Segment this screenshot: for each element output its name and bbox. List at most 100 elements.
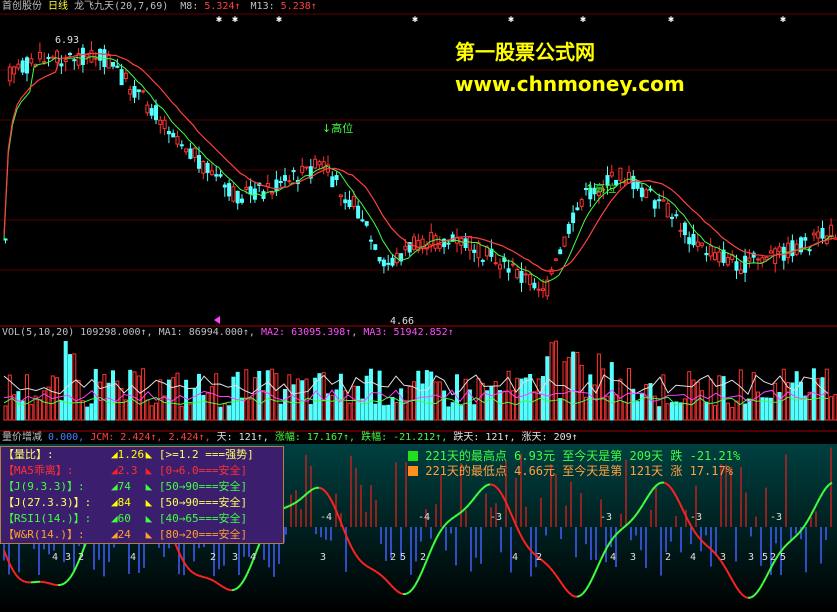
candle-body bbox=[519, 270, 524, 283]
candle-body bbox=[338, 194, 343, 198]
candle-body bbox=[240, 198, 244, 203]
candle-body bbox=[145, 104, 150, 114]
candle-body bbox=[214, 174, 219, 177]
volume-bar bbox=[132, 371, 137, 421]
period-label[interactable]: 日线 bbox=[48, 1, 68, 12]
candle-body bbox=[695, 241, 700, 247]
vol-ma2-value: 63095.398↑ bbox=[291, 327, 352, 338]
candle-body bbox=[106, 54, 111, 69]
candle-body bbox=[609, 171, 614, 177]
candle-body bbox=[657, 199, 662, 202]
volume-bar bbox=[29, 403, 34, 421]
candle-body bbox=[528, 273, 533, 285]
candle-body bbox=[747, 257, 752, 262]
indicator-bottom-label: 2 bbox=[390, 552, 396, 563]
candle-body bbox=[386, 262, 391, 265]
ma13-value: 5.238↑ bbox=[280, 1, 317, 12]
orange-square-icon bbox=[408, 466, 418, 476]
high-price-mark: 6.93 bbox=[55, 35, 80, 46]
candle-body bbox=[437, 243, 442, 249]
indicator-neg-label: -3 bbox=[770, 512, 782, 523]
volume-bar bbox=[184, 379, 189, 421]
stock-name[interactable]: 首创股份 bbox=[2, 1, 42, 12]
candle-body bbox=[627, 171, 631, 184]
candle-body bbox=[132, 86, 137, 98]
vol-ma1-label: MA1: bbox=[158, 327, 183, 338]
volume-bar bbox=[704, 401, 709, 421]
candle-body bbox=[476, 242, 481, 259]
ma13-label: M13: bbox=[250, 1, 275, 12]
indicator-bottom-label: 4 bbox=[52, 552, 58, 563]
oscillator-segment bbox=[21, 579, 26, 583]
stat-row-j9: 【J(9.3.3)】: ◢74 ◣ [50→90===安全] bbox=[3, 480, 248, 493]
ma8-value: 5.324↑ bbox=[204, 1, 241, 12]
indicator-bottom-label: 3 bbox=[65, 552, 71, 563]
oscillator-segment bbox=[312, 486, 317, 491]
volume-bar bbox=[657, 406, 662, 421]
indicator-bottom-label: 2 bbox=[536, 552, 542, 563]
volume-bar bbox=[631, 388, 636, 421]
info-high-text: 221天的最高点 6.93元 至今天是第 209天 跌 -21.21% bbox=[425, 449, 741, 463]
volume-bar bbox=[244, 369, 249, 421]
candle-body bbox=[80, 47, 85, 65]
ma8-label: M8: bbox=[180, 1, 199, 12]
oscillator-segment bbox=[318, 486, 323, 490]
volume-bar bbox=[188, 403, 193, 421]
volume-bar bbox=[265, 370, 270, 421]
candle-body bbox=[429, 232, 434, 246]
volume-bar bbox=[330, 394, 335, 421]
indicator-bottom-label: 3 bbox=[232, 552, 238, 563]
volume-bar bbox=[3, 405, 8, 421]
volume-bar bbox=[145, 399, 150, 421]
volume-bar bbox=[227, 405, 232, 421]
stat-label: 【RSI1(14.)】: bbox=[3, 512, 92, 525]
candle-body bbox=[691, 233, 696, 246]
volume-bar bbox=[824, 368, 829, 421]
candle-body bbox=[700, 242, 705, 247]
candle-body bbox=[119, 69, 124, 86]
indicator-params: (20,7,69) bbox=[114, 1, 169, 12]
volume-bar bbox=[89, 403, 94, 421]
candle-body bbox=[98, 48, 103, 61]
volume-bar bbox=[416, 370, 421, 421]
candle-body bbox=[566, 223, 571, 234]
volume-bar bbox=[356, 385, 361, 421]
volume-bar bbox=[545, 356, 550, 421]
candle-body bbox=[291, 170, 296, 173]
candle-body bbox=[343, 199, 348, 204]
volume-bar bbox=[635, 401, 640, 421]
candle-body bbox=[553, 258, 558, 261]
candle-body bbox=[278, 181, 283, 184]
volume-bar bbox=[523, 377, 528, 421]
candle-body bbox=[16, 63, 21, 69]
candle-body bbox=[115, 65, 120, 68]
candle-body bbox=[558, 249, 563, 255]
indicator-bottom-label: 2 bbox=[210, 552, 216, 563]
candle-body bbox=[515, 268, 520, 279]
volume-bar bbox=[730, 407, 735, 421]
candle-body bbox=[128, 88, 133, 95]
candle-body bbox=[562, 236, 567, 247]
indicator-bottom-label: 3 bbox=[748, 552, 754, 563]
position-marker bbox=[214, 316, 220, 324]
volume-bar bbox=[149, 405, 154, 421]
volume-bar bbox=[627, 368, 631, 421]
candle-body bbox=[304, 166, 309, 169]
volume-bar bbox=[16, 391, 21, 421]
volume-bar bbox=[136, 375, 141, 421]
candle-body bbox=[50, 56, 55, 59]
volume-bar bbox=[820, 377, 825, 421]
candle-body bbox=[184, 148, 189, 153]
candle-body bbox=[72, 59, 77, 62]
indicator-name: 龙飞九天 bbox=[74, 1, 115, 12]
candle-body bbox=[364, 221, 369, 226]
volume-bar bbox=[72, 353, 77, 421]
stat-range: [50→90===安全] bbox=[158, 496, 248, 509]
volume-bar bbox=[489, 386, 494, 421]
volume-bar bbox=[433, 381, 438, 421]
candle-body bbox=[786, 242, 791, 259]
stat-range: [>=1.2 ===强势] bbox=[158, 448, 254, 461]
candle-body bbox=[390, 257, 395, 266]
indicator-neg-label: -3 bbox=[490, 512, 502, 523]
star-marker: ✱ bbox=[580, 14, 586, 25]
